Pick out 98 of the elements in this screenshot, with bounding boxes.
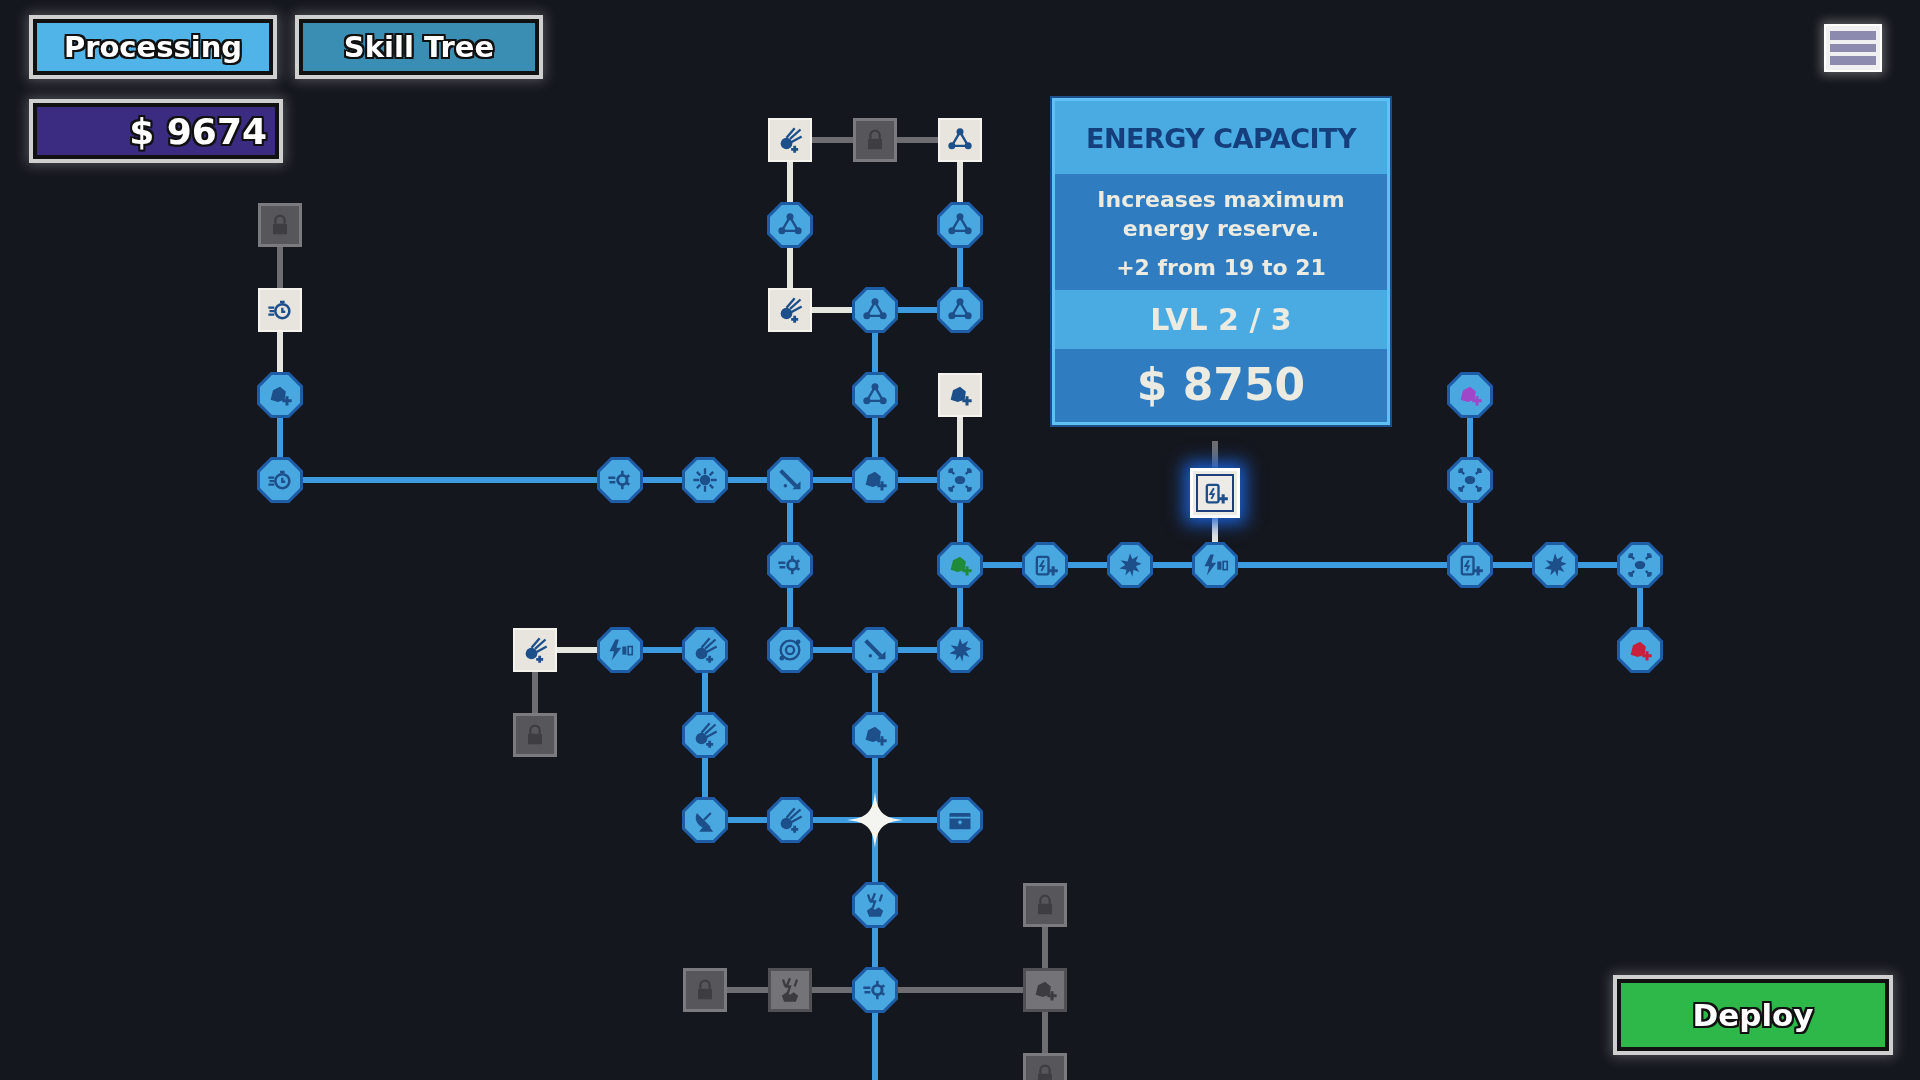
locked-node[interactable] — [1023, 883, 1067, 927]
skill-level: LVL 2 / 3 — [1055, 290, 1387, 350]
skill-node[interactable] — [937, 202, 983, 248]
skill-node[interactable] — [852, 287, 898, 333]
connector-line — [532, 672, 538, 713]
connector-line — [872, 927, 878, 968]
connector-line — [812, 647, 853, 653]
connector-line — [1212, 441, 1218, 468]
skill-node[interactable] — [767, 797, 813, 843]
skill-node[interactable] — [1447, 457, 1493, 503]
connector-line — [1067, 562, 1108, 568]
skill-node[interactable] — [852, 712, 898, 758]
menu-button[interactable] — [1824, 24, 1882, 72]
skill-node[interactable] — [937, 627, 983, 673]
connector-line — [957, 587, 963, 628]
connector-line — [1042, 1012, 1048, 1053]
connector-line — [787, 162, 793, 203]
connector-line — [982, 562, 1023, 568]
connector-line — [812, 987, 853, 993]
skill-node[interactable] — [597, 627, 643, 673]
skill-node[interactable] — [768, 968, 812, 1012]
connector-line — [812, 137, 853, 143]
skill-node[interactable] — [767, 457, 813, 503]
connector-line — [872, 672, 878, 713]
skill-node[interactable] — [852, 967, 898, 1013]
skill-node[interactable] — [937, 797, 983, 843]
skill-node[interactable] — [1022, 542, 1068, 588]
skill-node[interactable] — [1532, 542, 1578, 588]
connector-line — [957, 502, 963, 543]
connector-line — [1467, 417, 1473, 458]
skill-node[interactable] — [767, 202, 813, 248]
connector-line — [957, 417, 963, 458]
connector-line — [1152, 562, 1193, 568]
connector-line — [727, 817, 768, 823]
skill-node[interactable] — [852, 882, 898, 928]
connector-line — [277, 247, 283, 288]
skill-node[interactable] — [852, 372, 898, 418]
sun-icon — [691, 466, 719, 494]
connector-line — [702, 757, 708, 798]
skill-node[interactable] — [682, 627, 728, 673]
connector-line — [642, 477, 683, 483]
skill-node[interactable] — [597, 457, 643, 503]
connector-line — [1467, 502, 1473, 543]
locked-node[interactable] — [513, 713, 557, 757]
connector-line — [897, 647, 938, 653]
skill-node[interactable] — [1447, 542, 1493, 588]
skill-node[interactable] — [682, 712, 728, 758]
skill-node[interactable] — [1447, 372, 1493, 418]
connector-line — [702, 672, 708, 713]
skill-node[interactable] — [1192, 542, 1238, 588]
skill-node[interactable] — [767, 627, 813, 673]
connector-line — [557, 647, 598, 653]
connector-line — [897, 137, 938, 143]
skill-node[interactable] — [852, 627, 898, 673]
skill-effect: +2 from 19 to 21 — [1115, 254, 1327, 283]
arrows-icon — [1456, 466, 1484, 494]
arrows-icon — [1626, 551, 1654, 579]
skill-node[interactable] — [937, 542, 983, 588]
skill-node[interactable] — [937, 457, 983, 503]
connector-line — [897, 477, 938, 483]
connector-line — [787, 502, 793, 543]
connector-line — [872, 417, 878, 458]
connector-line — [957, 162, 963, 203]
skill-node[interactable] — [937, 287, 983, 333]
locked-node[interactable] — [258, 203, 302, 247]
skill-title: ENERGY CAPACITY — [1055, 101, 1387, 174]
locked-node[interactable] — [853, 118, 897, 162]
connector-line — [812, 477, 853, 483]
arrows-icon — [946, 466, 974, 494]
connector-line — [872, 1012, 878, 1080]
connector-line — [642, 647, 683, 653]
connector-line — [727, 477, 768, 483]
skill-node[interactable] — [1107, 542, 1153, 588]
skill-description: Increases maximum energy reserve. — [1096, 186, 1346, 243]
skill-node[interactable] — [682, 797, 728, 843]
connector-line — [1492, 562, 1533, 568]
skill-node[interactable] — [682, 457, 728, 503]
connector-line — [1577, 562, 1618, 568]
connector-line — [787, 587, 793, 628]
skill-node[interactable] — [767, 542, 813, 588]
connector-line — [897, 307, 938, 313]
connector-line — [727, 987, 768, 993]
connector-line — [277, 332, 283, 373]
skill-node[interactable] — [1023, 968, 1067, 1012]
connector-line — [1637, 587, 1643, 628]
skill-node[interactable] — [257, 372, 303, 418]
skill-node[interactable] — [852, 457, 898, 503]
skill-price: $ 8750 — [1135, 358, 1307, 413]
connector-line — [787, 247, 793, 288]
connector-line — [1042, 927, 1048, 968]
connector-line — [812, 307, 853, 313]
skill-node[interactable] — [1617, 542, 1663, 588]
skill-node[interactable] — [1617, 627, 1663, 673]
connector-line — [957, 247, 963, 288]
connector-line — [277, 417, 283, 458]
connector-line — [872, 332, 878, 373]
skill-node[interactable] — [257, 457, 303, 503]
locked-node[interactable] — [683, 968, 727, 1012]
